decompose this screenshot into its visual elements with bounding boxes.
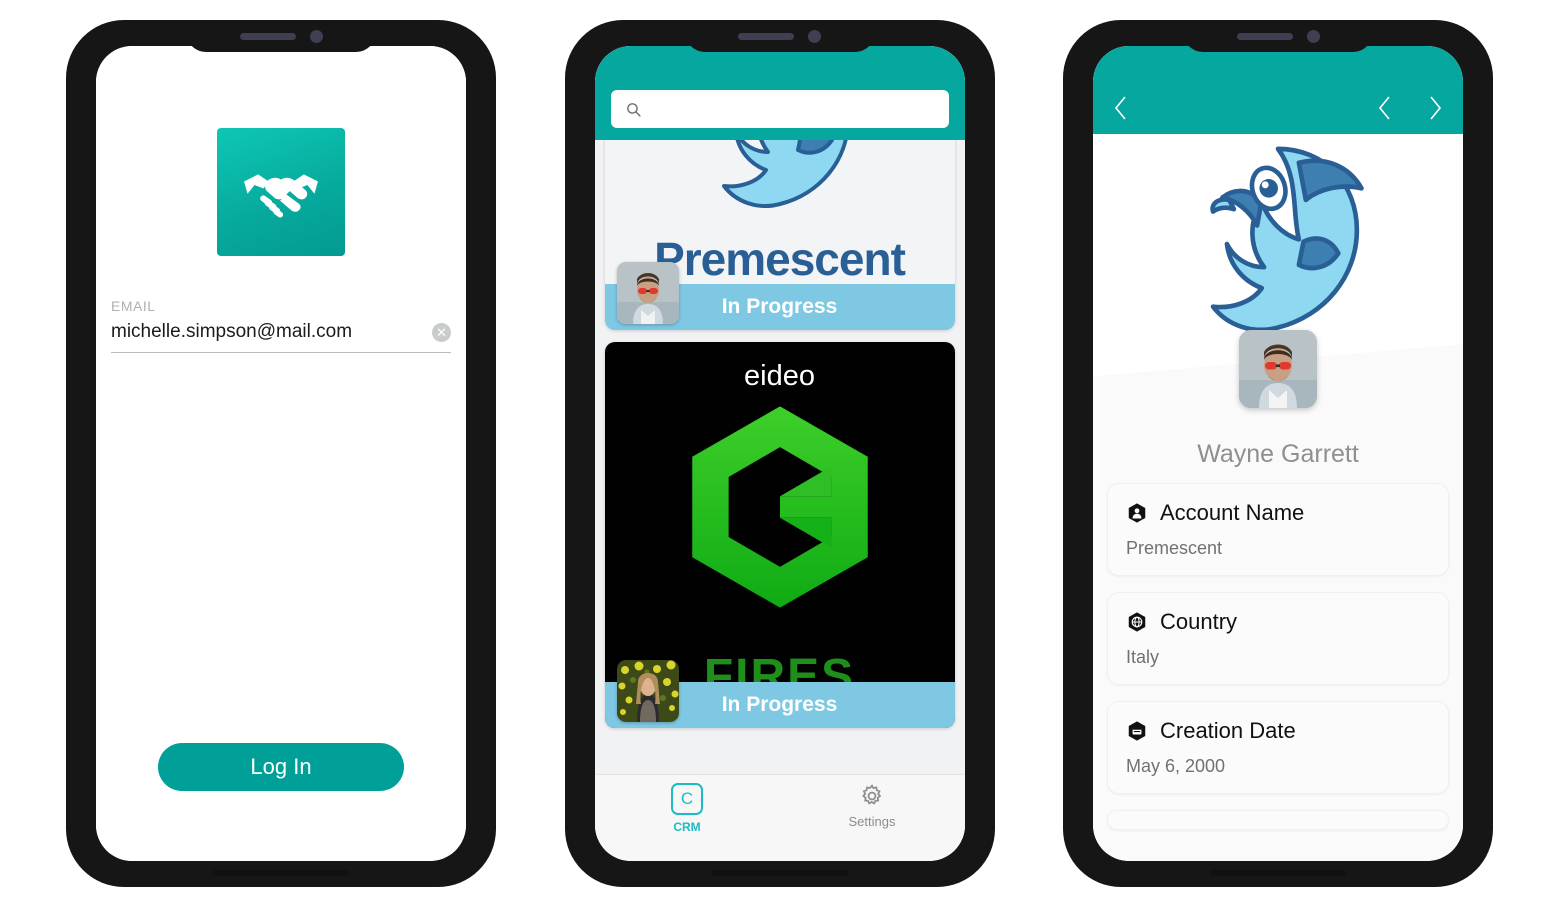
crm-header [594,46,965,140]
tab-settings[interactable]: Settings [780,783,965,829]
notch [186,20,376,52]
detail-card-label: Country [1160,609,1238,634]
speaker-grille [239,32,296,40]
phone-login-screen: EMAIL michelle.simpson@mail.com ✕ Log In [96,46,466,861]
detail-card-creation-date[interactable]: Creation Date May 6, 2000 [1107,701,1449,794]
detail-hero [1093,134,1463,434]
globe-hexagon-icon [1128,612,1146,632]
tab-bar: C CRM Settings [594,774,965,861]
detail-card-value: Premescent [1126,538,1223,558]
search-input[interactable] [651,99,935,119]
crm-card-premescent[interactable]: Premescent In Progress [604,140,955,330]
crm-card-eideo[interactable]: eideo FIRES In Progress [604,342,955,728]
chevron-left-icon[interactable] [1377,94,1393,122]
detail-card-next-partial[interactable] [1107,810,1449,830]
chevron-left-icon[interactable] [1113,94,1129,122]
phone-detail-screen: Wayne Garrett Account Name Premescent Co… [1093,46,1463,861]
email-input-row[interactable]: michelle.simpson@mail.com ✕ [111,321,451,353]
search-icon [626,102,641,117]
man-with-red-sunglasses-avatar [1239,330,1317,408]
detail-field-list[interactable]: Account Name Premescent Country Italy Cr… [1093,483,1463,861]
avatar [1239,330,1317,408]
detail-card-value: Italy [1126,647,1160,667]
detail-card-value: May 6, 2000 [1126,756,1226,776]
clear-circle-icon[interactable]: ✕ [432,322,451,342]
dolphin-logo [1210,146,1364,333]
detail-header [1093,46,1463,134]
phone-crm-screen: Premescent In Progress eideo FIRES In Pr… [594,46,965,861]
detail-card-country[interactable]: Country Italy [1107,592,1449,685]
email-field-block: EMAIL michelle.simpson@mail.com ✕ [111,298,451,353]
notch [684,20,875,52]
home-indicator[interactable] [1209,870,1347,876]
avatar [616,262,679,324]
home-indicator[interactable] [212,870,350,876]
detail-card-label: Creation Date [1160,718,1296,743]
screenshot-stage: EMAIL michelle.simpson@mail.com ✕ Log In [0,0,1559,907]
person-hexagon-icon [1128,503,1146,523]
notch [1183,20,1373,52]
calendar-hexagon-icon [1128,721,1146,741]
man-with-red-sunglasses-avatar [616,262,679,324]
phone-account-detail: Wayne Garrett Account Name Premescent Co… [1063,20,1493,887]
front-camera [309,29,323,43]
phone-crm-list: Premescent In Progress eideo FIRES In Pr… [564,20,995,887]
home-indicator[interactable] [711,870,848,876]
email-input[interactable]: michelle.simpson@mail.com [111,321,352,343]
crm-badge-icon: C [671,783,703,815]
tab-crm-label: CRM [673,820,701,834]
phone-login: EMAIL michelle.simpson@mail.com ✕ Log In [66,20,496,887]
woman-in-yellow-field-avatar [616,660,679,722]
gear-icon [862,784,882,805]
search-bar[interactable] [610,90,949,128]
green-hexagon-e-logo [691,406,868,608]
chevron-right-icon[interactable] [1427,94,1443,122]
login-button[interactable]: Log In [158,743,404,791]
tab-crm[interactable]: C CRM [595,783,780,834]
speaker-grille [738,32,794,40]
crm-card-list[interactable]: Premescent In Progress eideo FIRES In Pr… [595,140,965,774]
person-name: Wayne Garrett [1197,440,1359,468]
crm-card-brand-eideo: eideo [744,360,815,392]
dolphin-logo [721,140,848,208]
speaker-grille [1236,32,1293,40]
email-field-label: EMAIL [111,298,156,314]
handshake-icon [217,128,345,256]
detail-card-account-name[interactable]: Account Name Premescent [1107,483,1449,576]
front-camera [808,29,821,43]
detail-nav-right [1377,94,1443,122]
front-camera [1306,29,1320,43]
avatar [616,660,679,722]
tab-settings-label: Settings [848,814,896,829]
detail-card-label: Account Name [1160,500,1305,525]
